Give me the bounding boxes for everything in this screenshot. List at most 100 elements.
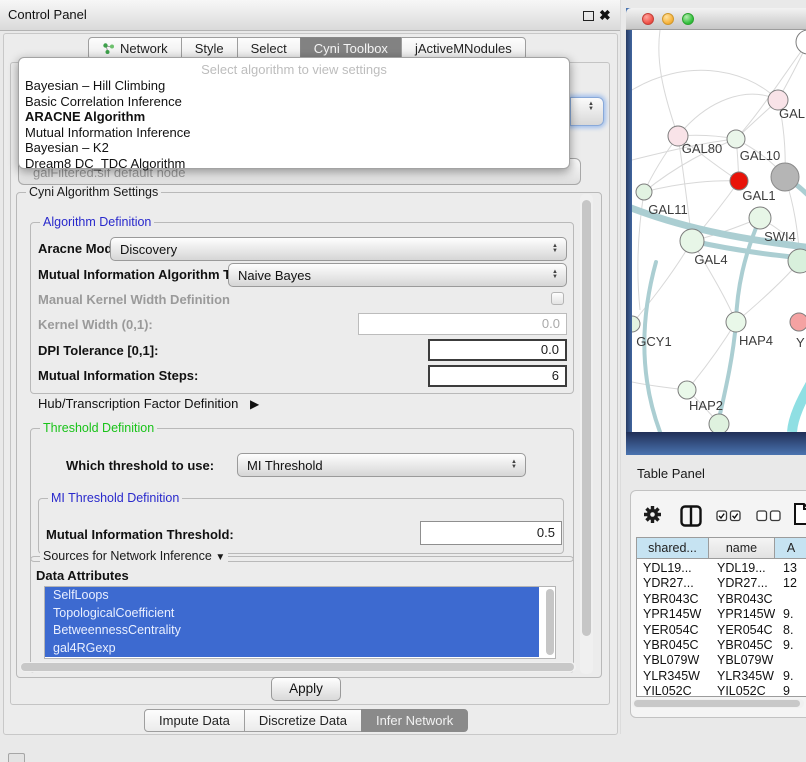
node-gal4[interactable] (680, 229, 704, 253)
select-all-icon[interactable] (716, 510, 742, 525)
network-view-window[interactable]: GAL GAL80 GAL10 GAL1 GAL11 SWI4 GAL4 GCY… (626, 8, 806, 455)
cell: 13 (783, 561, 806, 576)
dpi-tolerance-field[interactable]: 0.0 (428, 339, 567, 361)
close-traffic-light-icon[interactable] (642, 13, 654, 25)
cell: YPR145W (643, 607, 707, 622)
chevron-right-icon: ▶ (250, 397, 259, 411)
node[interactable] (788, 249, 806, 273)
settings-vscrollbar-thumb[interactable] (582, 200, 591, 636)
node-label: HAP4 (739, 333, 773, 348)
screen: Control Panel ✖ Network Style Select Cyn… (0, 0, 806, 762)
float-window-icon[interactable] (583, 11, 594, 21)
tab-label: jActiveMNodules (415, 38, 512, 59)
table-hscrollbar-thumb[interactable] (634, 700, 800, 707)
algorithm-placeholder: Select algorithm to view settings (19, 61, 569, 78)
gear-icon[interactable] (643, 505, 662, 527)
list-item[interactable]: BetweennessCentrality (45, 622, 539, 640)
column-header-name[interactable]: name (709, 538, 775, 559)
mi-threshold-field[interactable]: 0.5 (420, 521, 562, 545)
node-swi4[interactable] (749, 207, 771, 229)
node-label: GCY1 (636, 334, 671, 349)
cell: YDL19... (643, 561, 707, 576)
cell: YBR045C (643, 638, 707, 653)
manual-kernel-checkbox[interactable] (551, 292, 564, 305)
apply-button[interactable]: Apply (271, 677, 341, 701)
column-header-partial[interactable]: A (775, 538, 806, 559)
control-panel-title: Control Panel (8, 0, 87, 30)
columns-icon[interactable] (680, 505, 702, 530)
column-header-shared-name[interactable]: shared... (637, 538, 709, 559)
group-title: Algorithm Definition (40, 215, 154, 230)
settings-hscrollbar-thumb[interactable] (21, 663, 574, 671)
node-gal10[interactable] (727, 130, 745, 148)
stepper-icon: ▲▼ (583, 102, 599, 112)
table-row[interactable]: YBR043CYBR043C (637, 592, 806, 607)
cell: YBR043C (717, 592, 775, 607)
cell: YBR045C (717, 638, 775, 653)
node-hap2[interactable] (678, 381, 696, 399)
tab-discretize-data[interactable]: Discretize Data (244, 709, 362, 732)
chevron-down-icon[interactable]: ▼ (215, 552, 225, 563)
aracne-mode-combo[interactable]: Discovery ▲▼ (110, 237, 567, 261)
algorithm-option[interactable]: Basic Correlation Inference (19, 94, 569, 110)
algorithm-option-selected[interactable]: ARACNE Algorithm (19, 109, 569, 125)
minimize-traffic-light-icon[interactable] (662, 13, 674, 25)
cell: 12 (783, 576, 806, 591)
mi-steps-field[interactable]: 6 (428, 365, 567, 387)
cell: YDR27... (643, 576, 707, 591)
algorithm-combo-fragment[interactable]: ▲▼ (570, 97, 604, 126)
table-row[interactable]: YPR145WYPR145W9. (637, 607, 806, 622)
algorithm-option[interactable]: Bayesian – Hill Climbing (19, 78, 569, 94)
cell: YLR345W (643, 669, 707, 684)
list-item[interactable]: SelfLoops (45, 587, 539, 605)
tab-infer-network[interactable]: Infer Network (361, 709, 468, 732)
tab-impute-data[interactable]: Impute Data (144, 709, 245, 732)
group-title: MI Threshold Definition (48, 491, 182, 506)
table-row[interactable]: YBL079WYBL079W (637, 653, 806, 668)
node[interactable] (771, 163, 799, 191)
network-canvas[interactable]: GAL GAL80 GAL10 GAL1 GAL11 SWI4 GAL4 GCY… (632, 30, 806, 432)
algorithm-dropdown-popup: Select algorithm to view settings Bayesi… (18, 57, 570, 169)
which-threshold-combo[interactable]: MI Threshold ▲▼ (237, 453, 526, 477)
network-window-titlebar[interactable] (626, 8, 806, 30)
sources-title: Sources for Network Inference (43, 549, 212, 563)
table-row[interactable]: YLR345WYLR345W9. (637, 669, 806, 684)
node-hap4[interactable] (726, 312, 746, 332)
cell: YIL052C (717, 684, 775, 697)
data-attributes-list: SelfLoops TopologicalCoefficient Between… (44, 586, 556, 659)
node-gcy1[interactable] (632, 316, 640, 332)
algorithm-option[interactable]: Mutual Information Inference (19, 125, 569, 141)
network-icon (102, 42, 115, 55)
table-row[interactable]: YDL19...YDL19...13 (637, 561, 806, 576)
tab-label: Select (251, 38, 287, 59)
table-row[interactable]: YIL052C YIL052C 9 (637, 684, 806, 697)
tab-label: Cyni Toolbox (314, 38, 388, 59)
node-y[interactable] (790, 313, 806, 331)
list-item[interactable]: TopologicalCoefficient (45, 605, 539, 623)
group-title: Cyni Algorithm Settings (26, 185, 161, 200)
hub-definition-toggle[interactable]: Hub/Transcription Factor Definition ▶ (38, 396, 259, 411)
cell: 9 (783, 684, 806, 697)
table-row[interactable]: YER054CYER054C8. (637, 623, 806, 638)
node[interactable] (709, 414, 729, 432)
algorithm-option[interactable]: Dream8 DC_TDC Algorithm (19, 156, 569, 172)
cyni-bottom-tabs: Impute Data Discretize Data Infer Networ… (144, 709, 468, 732)
close-icon[interactable]: ✖ (599, 6, 611, 24)
hub-definition-label: Hub/Transcription Factor Definition (38, 396, 238, 411)
node[interactable] (796, 30, 806, 54)
zoom-traffic-light-icon[interactable] (682, 13, 694, 25)
document-icon[interactable] (793, 502, 806, 526)
list-scrollbar[interactable] (546, 589, 554, 655)
table-row[interactable]: YDR27...YDR27...12 (637, 576, 806, 591)
algorithm-option[interactable]: Bayesian – K2 (19, 140, 569, 156)
mi-type-combo[interactable]: Naive Bayes ▲▼ (228, 263, 567, 287)
cell: 8. (783, 623, 806, 638)
list-item[interactable]: gal4RGexp (45, 640, 539, 658)
table-row[interactable]: YBR045CYBR045C9. (637, 638, 806, 653)
cell: YIL052C (643, 684, 707, 697)
node-gal11[interactable] (636, 184, 652, 200)
kernel-width-field[interactable]: 0.0 (358, 313, 567, 335)
deselect-all-icon[interactable] (756, 510, 782, 525)
mi-type-value: Naive Bayes (229, 268, 547, 283)
network-frame-bottom (626, 432, 806, 455)
